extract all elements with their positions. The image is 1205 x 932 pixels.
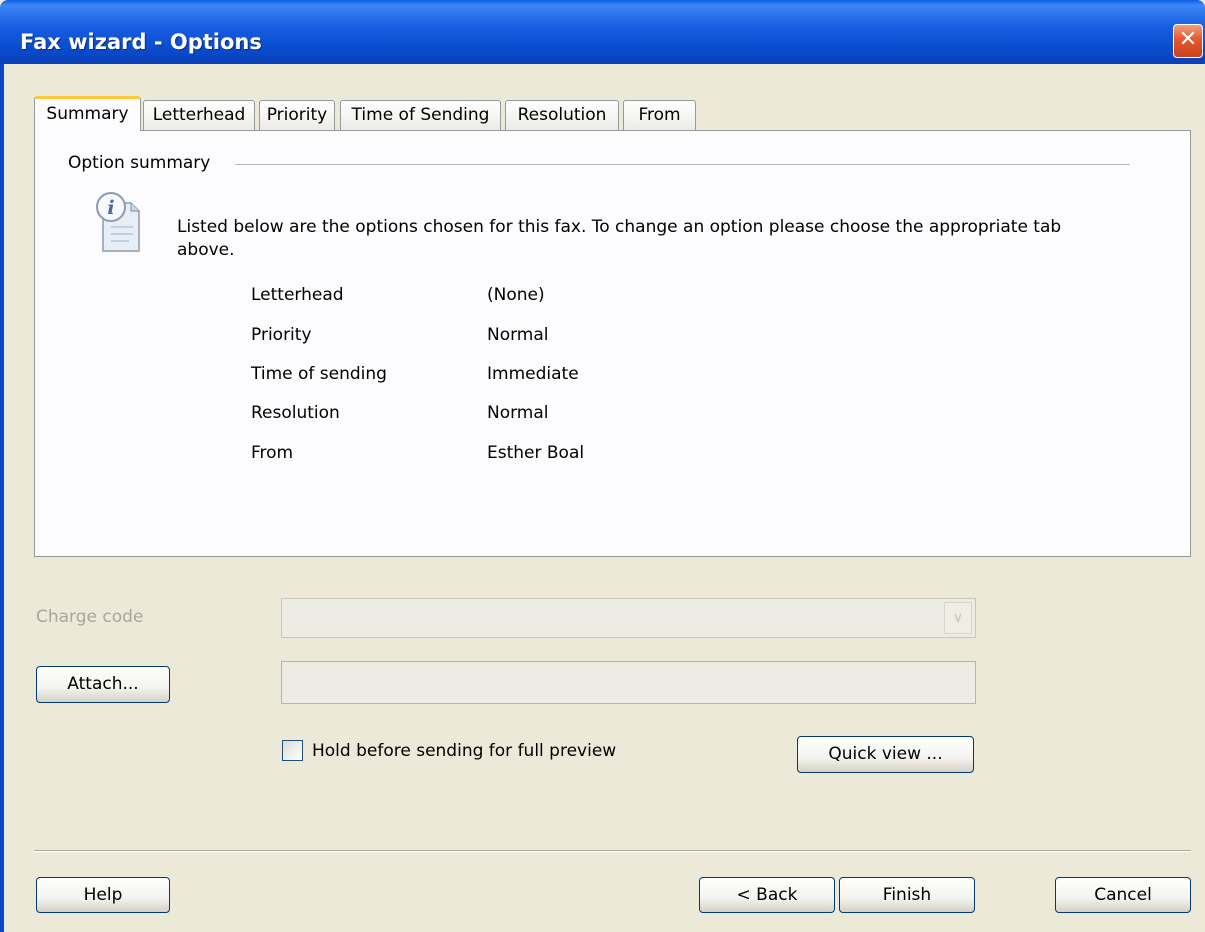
cancel-button-label: Cancel — [1094, 885, 1152, 905]
summary-label-letterhead: Letterhead — [251, 285, 344, 305]
tab-time-of-sending[interactable]: Time of Sending — [340, 100, 501, 130]
tab-label: Resolution — [517, 105, 607, 125]
summary-label-time-of-sending: Time of sending — [251, 364, 387, 384]
help-button[interactable]: Help — [36, 877, 170, 913]
chevron-down-icon[interactable]: ∨ — [944, 602, 972, 634]
tab-label: Priority — [266, 105, 328, 125]
hold-preview-checkbox[interactable] — [282, 740, 303, 761]
summary-label-from: From — [251, 443, 294, 463]
summary-value-time-of-sending: Immediate — [487, 364, 579, 384]
title-bar[interactable]: Fax wizard - Options ✕ — [0, 0, 1205, 64]
fax-wizard-window: Fax wizard - Options ✕ Summary Letterhea… — [0, 0, 1205, 932]
help-button-label: Help — [83, 885, 123, 905]
summary-label-priority: Priority — [251, 325, 312, 345]
summary-panel: Option summary i Listed below are the op… — [34, 130, 1191, 557]
tab-from[interactable]: From — [623, 100, 696, 130]
summary-label-resolution: Resolution — [251, 403, 340, 423]
finish-button[interactable]: Finish — [839, 877, 975, 913]
close-icon: ✕ — [1178, 27, 1198, 52]
summary-value-letterhead: (None) — [487, 285, 545, 305]
quick-view-button[interactable]: Quick view ... — [797, 736, 974, 773]
finish-button-label: Finish — [882, 885, 932, 905]
window-title: Fax wizard - Options — [20, 30, 262, 54]
charge-code-select[interactable]: ∨ — [281, 598, 976, 638]
summary-value-resolution: Normal — [487, 403, 549, 423]
tab-summary[interactable]: Summary — [34, 96, 141, 131]
tab-label: Letterhead — [152, 105, 246, 125]
back-button-label: < Back — [736, 885, 798, 905]
summary-value-priority: Normal — [487, 325, 549, 345]
option-summary-label: Option summary — [68, 153, 211, 173]
tab-letterhead[interactable]: Letterhead — [143, 100, 255, 130]
summary-value-from: Esther Boal — [487, 443, 585, 463]
charge-code-label: Charge code — [36, 607, 144, 627]
summary-description: Listed below are the options chosen for … — [177, 217, 1062, 260]
svg-text:i: i — [107, 197, 114, 219]
attachment-field[interactable] — [281, 661, 976, 704]
tab-resolution[interactable]: Resolution — [505, 100, 619, 130]
tab-priority[interactable]: Priority — [259, 100, 335, 130]
quick-view-label: Quick view ... — [828, 744, 943, 764]
hold-preview-label[interactable]: Hold before sending for full preview — [312, 741, 616, 761]
close-button[interactable]: ✕ — [1173, 24, 1203, 58]
cancel-button[interactable]: Cancel — [1055, 877, 1191, 913]
info-document-icon: i — [96, 192, 140, 252]
group-divider — [235, 164, 1130, 165]
footer-divider-highlight — [34, 851, 1191, 852]
attach-button[interactable]: Attach... — [36, 666, 170, 703]
tab-label: From — [638, 105, 681, 125]
tab-label: Time of Sending — [351, 105, 490, 125]
window-border — [0, 64, 4, 932]
tab-label: Summary — [46, 104, 129, 124]
back-button[interactable]: < Back — [699, 877, 835, 913]
attach-button-label: Attach... — [67, 674, 139, 694]
